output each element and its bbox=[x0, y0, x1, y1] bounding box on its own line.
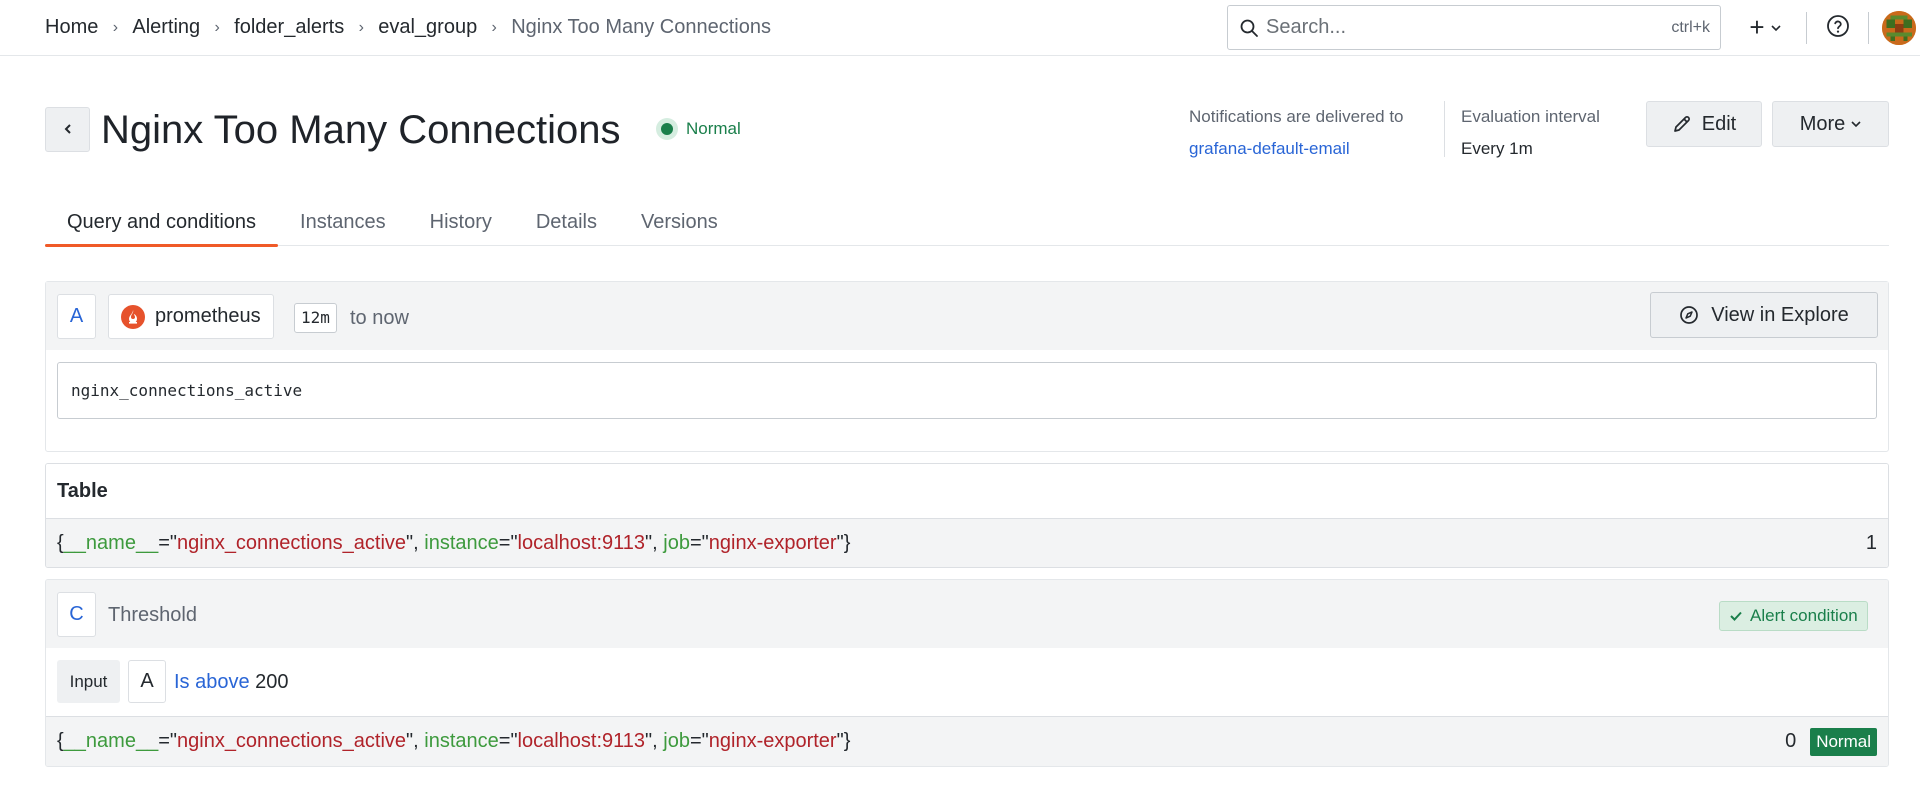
label-key: instance bbox=[424, 531, 499, 554]
breadcrumb-home[interactable]: Home bbox=[45, 16, 98, 39]
label-key: job bbox=[663, 730, 690, 752]
breadcrumb-group[interactable]: eval_group bbox=[378, 16, 477, 39]
contact-point-link[interactable]: grafana-default-email bbox=[1189, 133, 1404, 165]
series-labels: {__name__="nginx_connections_active", in… bbox=[57, 730, 851, 752]
more-button[interactable]: More bbox=[1772, 101, 1889, 147]
prometheus-icon bbox=[121, 304, 145, 329]
check-icon bbox=[1729, 610, 1743, 622]
search-input[interactable]: Search... ctrl+k bbox=[1227, 5, 1721, 50]
help-button[interactable] bbox=[1820, 9, 1856, 45]
threshold-ref-id: C bbox=[57, 592, 96, 637]
notifications-meta: Notifications are delivered to grafana-d… bbox=[1189, 101, 1404, 165]
condition-operator: Is above bbox=[174, 671, 250, 693]
help-icon bbox=[1826, 14, 1850, 41]
table-title: Table bbox=[46, 464, 1888, 519]
query-panel: A prometheus 12m to now View in Explore … bbox=[45, 281, 1889, 452]
label-value: localhost:9113 bbox=[517, 730, 646, 752]
alert-condition-label: Alert condition bbox=[1750, 606, 1858, 625]
avatar[interactable] bbox=[1882, 11, 1916, 45]
topbar-divider bbox=[1868, 12, 1869, 44]
threshold-condition: Input A Is above 200 bbox=[46, 648, 1888, 716]
query-header: A prometheus 12m to now View in Explore bbox=[46, 282, 1888, 350]
tab-history[interactable]: History bbox=[408, 198, 514, 246]
view-in-explore-button[interactable]: View in Explore bbox=[1650, 292, 1878, 338]
condition-expression: Is above 200 bbox=[174, 668, 289, 696]
condition-value: 200 bbox=[255, 671, 289, 693]
notifications-label: Notifications are delivered to bbox=[1189, 107, 1404, 126]
threshold-panel: C Threshold Alert condition Input A Is a… bbox=[45, 579, 1889, 767]
table-row: {__name__="nginx_connections_active", in… bbox=[46, 716, 1888, 766]
breadcrumb-separator: › bbox=[112, 18, 119, 36]
series-labels: {__name__="nginx_connections_active", in… bbox=[57, 531, 851, 554]
label-key: instance bbox=[424, 730, 499, 752]
time-range-to: to now bbox=[350, 307, 409, 329]
tab-query-and-conditions[interactable]: Query and conditions bbox=[45, 198, 279, 247]
result-cell: 0 Normal bbox=[1785, 727, 1877, 756]
pencil-icon bbox=[1672, 114, 1692, 134]
top-bar: Home › Alerting › folder_alerts › eval_g… bbox=[0, 0, 1920, 56]
label-value: nginx_connections_active bbox=[177, 531, 407, 554]
label-value: nginx-exporter bbox=[708, 531, 837, 554]
query-ref-id: A bbox=[57, 294, 96, 339]
back-button[interactable] bbox=[45, 107, 90, 152]
eval-interval-label: Evaluation interval bbox=[1461, 107, 1600, 126]
series-value: 1 bbox=[1865, 531, 1877, 554]
breadcrumb-separator: › bbox=[491, 18, 497, 36]
relative-time-badge: 12m bbox=[294, 303, 337, 333]
label-key: __name__ bbox=[63, 531, 159, 554]
breadcrumb-folder[interactable]: folder_alerts bbox=[234, 16, 344, 39]
label-value: nginx_connections_active bbox=[177, 730, 407, 752]
breadcrumb-alerting[interactable]: Alerting bbox=[132, 16, 200, 39]
result-table-panel: Table {__name__="nginx_connections_activ… bbox=[45, 463, 1889, 568]
breadcrumb-current: Nginx Too Many Connections bbox=[511, 16, 771, 38]
edit-button[interactable]: Edit bbox=[1646, 101, 1762, 147]
rule-state-label: Normal bbox=[686, 119, 741, 138]
threshold-name: Threshold bbox=[108, 604, 197, 626]
alert-condition-badge: Alert condition bbox=[1719, 601, 1868, 631]
tab-bar: Query and conditions Instances History D… bbox=[45, 198, 1889, 247]
chevron-down-icon bbox=[1851, 120, 1861, 128]
new-button[interactable]: + bbox=[1740, 9, 1790, 45]
breadcrumb-separator: › bbox=[214, 18, 220, 36]
datasource-badge: prometheus bbox=[108, 294, 274, 339]
meta-divider bbox=[1444, 101, 1445, 157]
compass-icon bbox=[1679, 305, 1699, 325]
tab-instances[interactable]: Instances bbox=[278, 198, 408, 246]
table-row: {__name__="nginx_connections_active", in… bbox=[46, 519, 1888, 567]
eval-interval-meta: Evaluation interval Every 1m bbox=[1461, 101, 1600, 165]
search-placeholder: Search... bbox=[1266, 16, 1347, 38]
edit-label: Edit bbox=[1701, 112, 1737, 135]
chevron-down-icon bbox=[1771, 19, 1781, 35]
eval-interval-value: Every 1m bbox=[1461, 139, 1533, 158]
status-badge: Normal bbox=[1810, 727, 1877, 756]
breadcrumb-separator: › bbox=[358, 18, 364, 36]
query-expression: nginx_connections_active bbox=[57, 362, 1877, 419]
topbar-divider bbox=[1806, 12, 1807, 44]
search-shortcut: ctrl+k bbox=[1671, 18, 1710, 36]
search-icon bbox=[1238, 17, 1260, 39]
tab-versions[interactable]: Versions bbox=[619, 198, 740, 246]
chevron-left-icon bbox=[63, 122, 73, 138]
state-dot-icon bbox=[656, 118, 678, 140]
view-in-explore-label: View in Explore bbox=[1711, 303, 1849, 326]
plus-icon: + bbox=[1749, 12, 1765, 42]
label-value: nginx-exporter bbox=[708, 730, 837, 752]
tab-details[interactable]: Details bbox=[514, 198, 619, 246]
threshold-header: C Threshold Alert condition bbox=[46, 580, 1888, 648]
label-key: __name__ bbox=[63, 730, 159, 752]
breadcrumb: Home › Alerting › folder_alerts › eval_g… bbox=[45, 0, 771, 55]
page-title: Nginx Too Many Connections bbox=[101, 108, 621, 152]
rule-state: Normal bbox=[656, 118, 741, 140]
more-label: More bbox=[1799, 112, 1846, 135]
input-ref-id: A bbox=[128, 660, 166, 703]
label-key: job bbox=[663, 531, 690, 554]
input-label: Input bbox=[57, 660, 120, 703]
label-value: localhost:9113 bbox=[517, 531, 646, 554]
result-value: 0 bbox=[1785, 730, 1797, 752]
datasource-name: prometheus bbox=[155, 305, 261, 327]
